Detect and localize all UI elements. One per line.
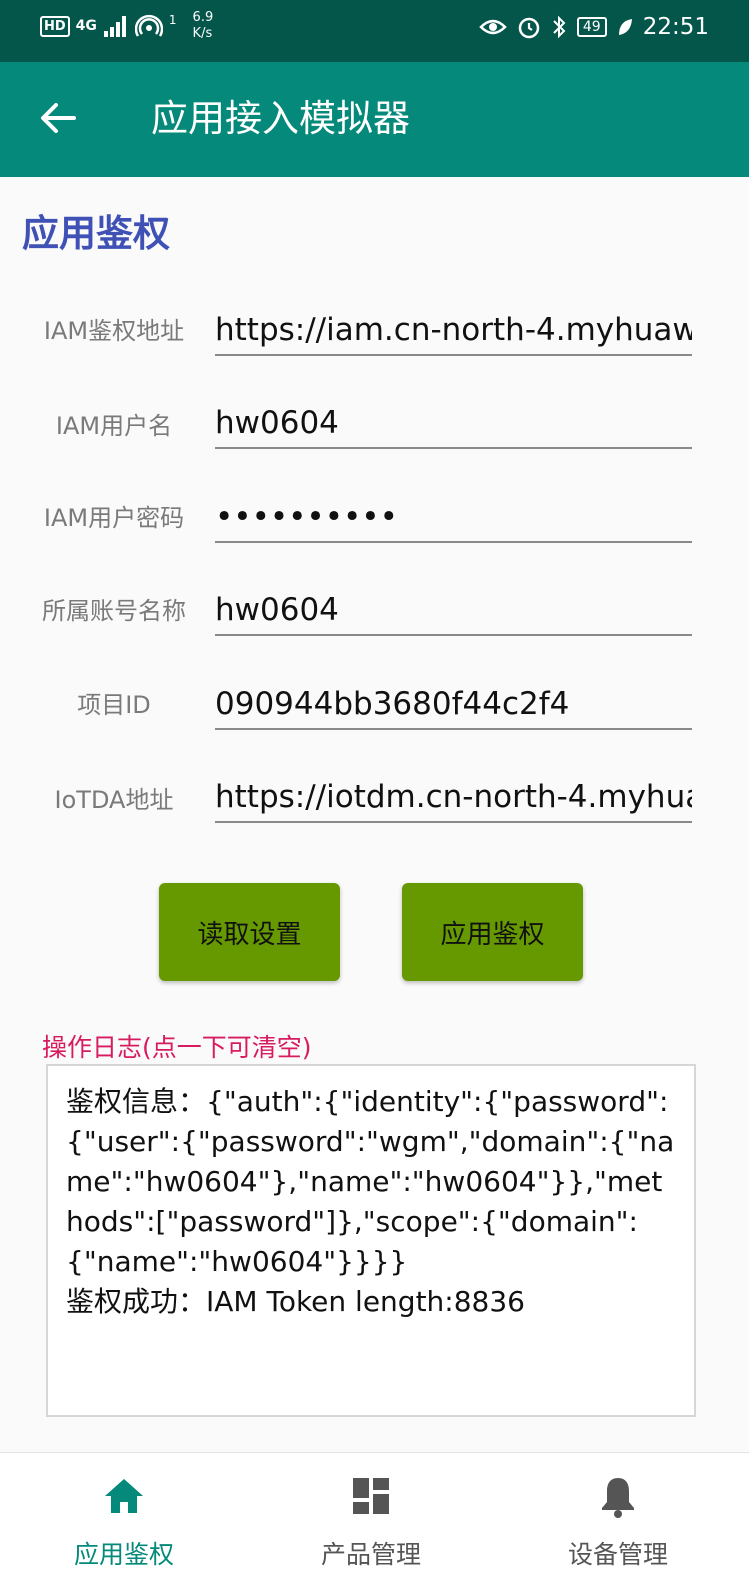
read-settings-button[interactable]: 读取设置: [159, 883, 340, 981]
nav-item-app-auth[interactable]: 应用鉴权: [34, 1471, 214, 1571]
iam-username-label: IAM用户名: [55, 412, 173, 440]
bottom-nav: 应用鉴权 产品管理 设备管理: [0, 1452, 749, 1582]
nav-item-device-management[interactable]: 设备管理: [528, 1471, 708, 1571]
bluetooth-icon: [553, 15, 566, 39]
home-icon: [34, 1471, 214, 1521]
battery-icon: 49: [576, 17, 607, 37]
account-name-field[interactable]: hw0604: [215, 588, 692, 636]
form-row-account-name: 所属账号名称 hw0604: [0, 588, 749, 648]
form-row-iotda-url: IoTDA地址 https://iotdm.cn-north-4.myhuawe…: [0, 775, 749, 835]
network-speed: 6.9 K/s: [192, 10, 214, 41]
status-right: 49 22:51: [479, 14, 709, 40]
status-bar: HD 4G 1 6.9 K/s 49 22:51: [0, 0, 749, 62]
iotda-url-field[interactable]: https://iotdm.cn-north-4.myhuaweicloud.c…: [215, 775, 692, 823]
leaf-icon: [618, 19, 632, 35]
section-title: 应用鉴权: [22, 212, 170, 255]
iam-password-label: IAM用户密码: [43, 504, 185, 532]
alarm-icon: [518, 17, 540, 39]
iam-url-field[interactable]: https://iam.cn-north-4.myhuaweicloud.com: [215, 308, 692, 356]
log-line-auth-info: 鉴权信息：{"auth":{"identity":{"password":{"u…: [66, 1085, 675, 1278]
log-line-auth-result: 鉴权成功：IAM Token length:8836: [66, 1285, 525, 1318]
cellular-signal-icon: 4G: [75, 18, 97, 34]
iotda-url-label: IoTDA地址: [54, 786, 174, 814]
log-output[interactable]: 鉴权信息：{"auth":{"identity":{"password":{"u…: [46, 1064, 696, 1417]
nav-label-app-auth: 应用鉴权: [73, 1540, 174, 1569]
form-row-project-id: 项目ID 090944bb3680f44c2f4: [0, 682, 749, 742]
form-row-iam-username: IAM用户名 hw0604: [0, 401, 749, 461]
iam-password-field[interactable]: ••••••••••: [215, 495, 692, 543]
form-row-iam-url: IAM鉴权地址 https://iam.cn-north-4.myhuaweic…: [0, 308, 749, 368]
account-name-label: 所属账号名称: [42, 597, 186, 625]
bell-icon: [528, 1471, 708, 1521]
iam-username-field[interactable]: hw0604: [215, 401, 692, 449]
dashboard-icon: [281, 1471, 461, 1521]
clock: 22:51: [642, 14, 709, 40]
signal-bars-icon: [103, 16, 126, 37]
log-label: 操作日志(点一下可清空): [42, 1033, 312, 1062]
nav-label-product-management: 产品管理: [320, 1540, 421, 1569]
app-bar: 应用接入模拟器: [0, 62, 749, 177]
back-arrow-icon[interactable]: [38, 98, 78, 138]
project-id-field[interactable]: 090944bb3680f44c2f4: [215, 682, 692, 730]
hotspot-icon: [134, 14, 163, 37]
hotspot-count: 1: [168, 13, 177, 27]
nav-item-product-management[interactable]: 产品管理: [281, 1471, 461, 1571]
nav-label-device-management: 设备管理: [567, 1540, 668, 1569]
status-left: HD 4G 1 6.9 K/s: [40, 10, 213, 42]
form-row-iam-password: IAM用户密码 ••••••••••: [0, 495, 749, 555]
project-id-label: 项目ID: [77, 691, 151, 719]
hd-badge: HD: [40, 15, 70, 37]
authenticate-button[interactable]: 应用鉴权: [402, 883, 583, 981]
eye-icon: [479, 19, 507, 35]
app-title: 应用接入模拟器: [151, 97, 410, 140]
iam-url-label: IAM鉴权地址: [43, 317, 185, 345]
